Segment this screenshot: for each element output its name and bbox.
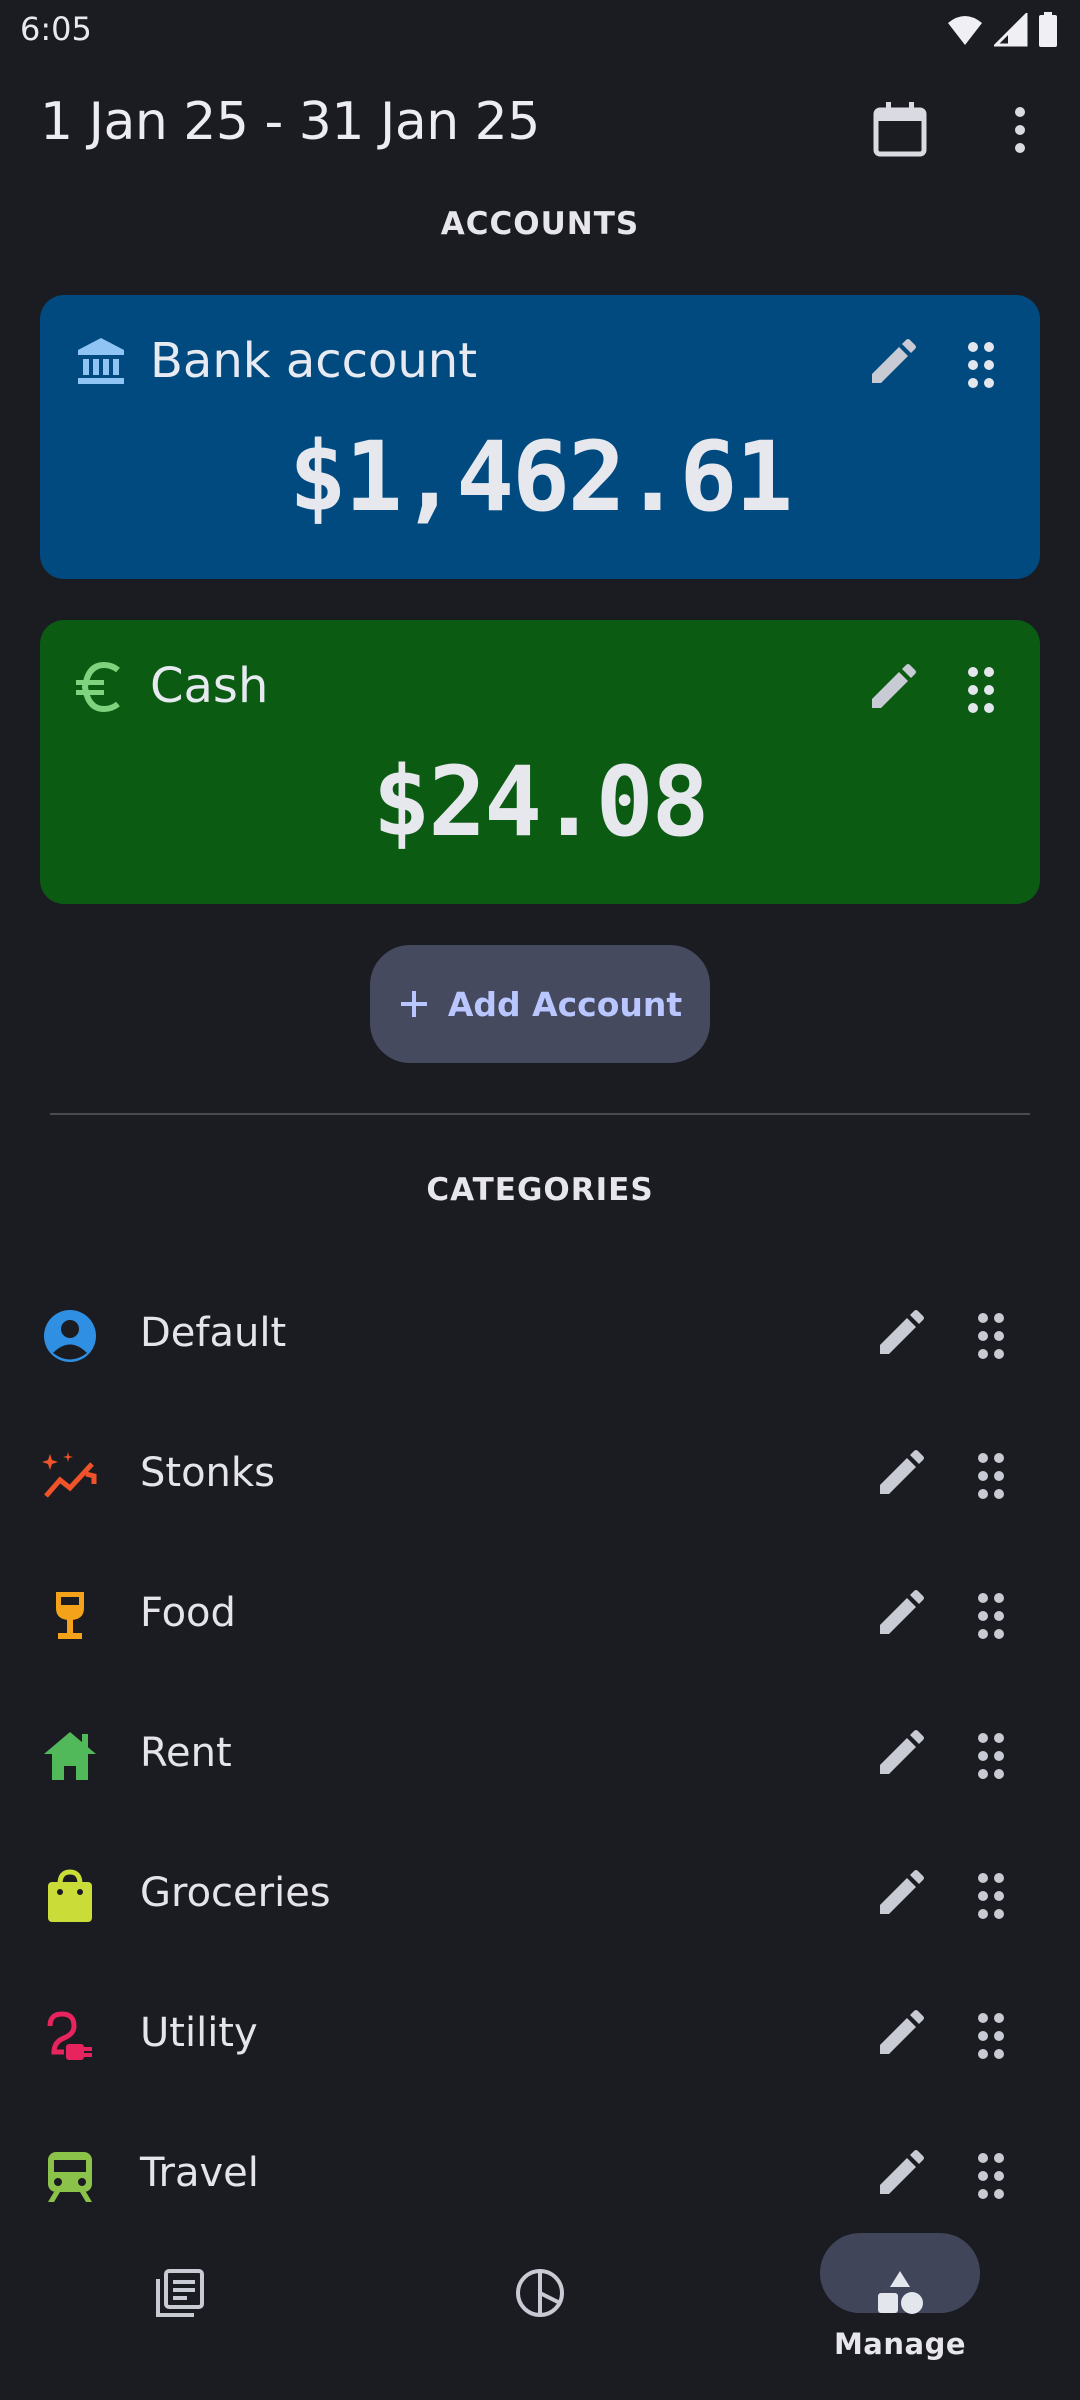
category-label: Rent [140,1730,232,1776]
drag-handle-icon[interactable] [964,664,998,716]
calendar-icon [873,102,927,157]
drag-handle-icon[interactable] [974,1590,1008,1642]
category-row-utility[interactable]: Utility [0,1964,1080,2104]
shapes-icon [878,2271,923,2314]
drag-handle-icon[interactable] [974,1730,1008,1782]
category-label: Utility [140,2010,258,2056]
transactions-icon [156,2269,204,2317]
add-account-label: Add Account [447,984,683,1024]
drag-handle-icon[interactable] [974,1450,1008,1502]
drag-handle-icon[interactable] [974,2010,1008,2062]
edit-icon[interactable] [874,1448,926,1500]
category-row-groceries[interactable]: Groceries [0,1824,1080,1964]
category-row-stonks[interactable]: Stonks [0,1404,1080,1544]
wine-glass-icon [56,1592,84,1639]
drag-handle-icon[interactable] [964,339,998,391]
pie-chart-icon [516,2269,564,2317]
category-label: Stonks [140,1450,275,1496]
edit-icon[interactable] [874,1728,926,1780]
more-vert-icon [1015,107,1025,153]
category-row-food[interactable]: Food [0,1544,1080,1684]
nav-statistics[interactable] [360,2225,720,2400]
edit-icon[interactable] [866,337,918,389]
accounts-section-title: ACCOUNTS [440,206,640,242]
drag-handle-icon[interactable] [974,1870,1008,1922]
category-label: Groceries [140,1870,331,1916]
bottom-navigation: Manage [0,2225,1080,2400]
battery-icon [1039,12,1057,47]
nav-transactions[interactable] [0,2225,360,2400]
status-bar: 6:05 [0,0,1080,60]
signal-icon [994,13,1028,47]
account-card-bank[interactable]: Bank account $1,462.61 [40,295,1040,579]
drag-handle-icon[interactable] [974,1310,1008,1362]
plus-icon [400,991,427,1017]
house-icon [44,1732,96,1780]
edit-icon[interactable] [866,662,918,714]
category-row-travel[interactable]: Travel [0,2104,1080,2244]
category-row-default[interactable]: Default [0,1264,1080,1404]
euro-icon [76,661,120,713]
edit-icon[interactable] [874,2148,926,2200]
train-icon [48,2152,92,2202]
bank-icon [78,338,124,384]
account-name: Bank account [150,333,478,389]
account-balance: $24.08 [372,746,710,858]
account-name: Cash [150,658,269,714]
status-time: 6:05 [20,10,92,48]
edit-icon[interactable] [874,1308,926,1360]
nav-manage[interactable]: Manage [720,2225,1080,2400]
section-divider [50,1113,1030,1115]
edit-icon[interactable] [874,1588,926,1640]
categories-section-title: CATEGORIES [426,1172,654,1208]
drag-handle-icon[interactable] [974,2150,1008,2202]
category-label: Default [140,1310,287,1356]
person-icon [44,1310,96,1362]
shopping-bag-icon [48,1869,92,1922]
category-row-rent[interactable]: Rent [0,1684,1080,1824]
category-label: Travel [140,2150,259,2196]
wifi-icon [948,16,982,45]
add-account-button[interactable]: Add Account [370,945,710,1063]
date-range-title[interactable]: 1 Jan 25 - 31 Jan 25 [40,92,540,152]
plug-icon [47,2011,92,2060]
account-card-cash[interactable]: Cash $24.08 [40,620,1040,904]
edit-icon[interactable] [874,1868,926,1920]
nav-label: Manage [833,2327,967,2361]
category-label: Food [140,1590,236,1636]
calendar-button[interactable] [868,98,932,162]
edit-icon[interactable] [874,2008,926,2060]
account-balance: $1,462.61 [288,421,793,533]
more-options-button[interactable] [992,98,1048,162]
status-icons [946,12,1058,48]
trending-icon [42,1452,97,1498]
